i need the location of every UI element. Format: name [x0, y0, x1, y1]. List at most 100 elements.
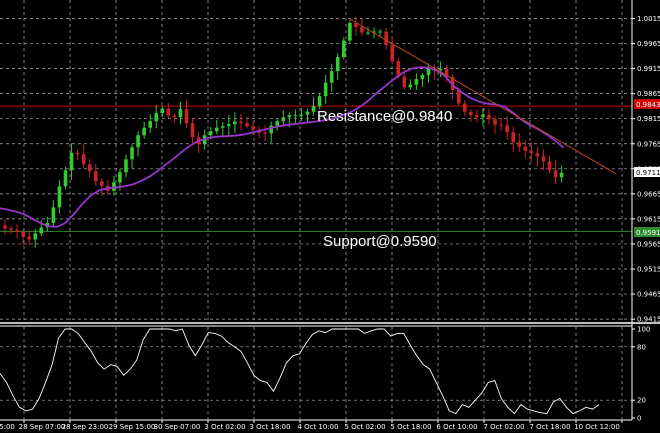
candle-body — [335, 57, 340, 72]
candle-body — [136, 135, 140, 148]
price-tick-label: 0.9665 — [637, 190, 660, 198]
time-tick-label: 5 Oct 18:00 — [390, 423, 431, 431]
candle-body — [287, 115, 292, 118]
time-tick-label: 6 Oct 10:00 — [436, 423, 477, 431]
price-tick-label: 0.9465 — [637, 291, 660, 299]
candle-body — [378, 31, 382, 33]
support-price-tag: 0.9591 — [636, 229, 660, 237]
price-tick-label: 0.9915 — [637, 65, 660, 73]
candle-body — [541, 156, 546, 162]
oscillator-tick-label: 100 — [637, 326, 650, 334]
candle-body — [517, 142, 522, 147]
candle-body — [166, 108, 171, 116]
candle-body — [63, 170, 68, 187]
candle-body — [499, 124, 503, 126]
candle-body — [493, 119, 497, 125]
price-tick-label: 0.9765 — [637, 140, 660, 148]
candle-body — [505, 125, 509, 133]
candle-body — [475, 115, 479, 118]
candle-body — [342, 40, 346, 58]
candle-body — [39, 227, 44, 234]
candle-body — [275, 121, 280, 126]
time-tick-label: 5 Oct 02:00 — [344, 423, 385, 431]
candle-body — [184, 109, 189, 124]
candle-body — [9, 228, 13, 230]
candle-body — [360, 27, 364, 33]
price-tick-label: 0.9515 — [637, 266, 660, 274]
candle-body — [384, 31, 388, 46]
candle-body — [142, 127, 146, 136]
time-tick-label: 4 Oct 10:00 — [297, 423, 338, 431]
current-price-tag: 0.9711 — [636, 169, 660, 177]
candle-body — [118, 172, 122, 183]
candle-body — [3, 225, 7, 229]
price-tick-label: 0.9815 — [637, 115, 660, 123]
support-annotation: Support@0.9590 — [323, 233, 437, 250]
candle-body — [523, 146, 528, 151]
chart-window: Resistance@0.9840 Support@0.9590 1.0015 0… — [0, 0, 660, 433]
candle-body — [438, 69, 443, 71]
candle-body — [511, 132, 515, 143]
time-tick-label: 29 Sep 15:00 — [109, 423, 156, 431]
candle-body — [172, 115, 177, 118]
candle-body — [559, 172, 564, 178]
candle-body — [463, 103, 467, 112]
time-tick-label: 28 Sep 23:00 — [62, 423, 109, 431]
candle-body — [420, 75, 425, 80]
candle-body — [414, 79, 419, 85]
candle-body — [124, 159, 128, 173]
candle-body — [366, 32, 370, 34]
candle-body — [317, 96, 322, 107]
time-tick-label: 3 Oct 02:00 — [204, 423, 245, 431]
candle-body — [75, 152, 80, 155]
price-tick-label: 0.9565 — [637, 240, 660, 248]
time-tick-label: 7 Oct 02:00 — [483, 423, 524, 431]
candle-body — [348, 23, 352, 41]
candle-body — [57, 186, 62, 208]
candle-body — [299, 114, 304, 116]
candle-body — [208, 131, 213, 136]
candle-body — [33, 233, 38, 240]
candle-body — [160, 108, 165, 114]
candle-body — [402, 76, 407, 88]
candle-body — [456, 90, 461, 104]
candle-body — [305, 111, 310, 115]
time-tick-label: 10 Oct 12:00 — [574, 423, 620, 431]
candle-body — [190, 123, 195, 138]
candle-body — [481, 114, 485, 118]
price-tick-label: 0.9865 — [637, 90, 660, 98]
candle-body — [93, 171, 98, 182]
candle-body — [390, 45, 394, 62]
price-tick-label: 0.9615 — [637, 215, 660, 223]
candle-body — [251, 126, 255, 130]
candle-body — [148, 121, 152, 128]
candle-body — [15, 229, 19, 232]
candle-body — [529, 150, 534, 154]
candle-body — [547, 161, 552, 171]
resistance-price-tag: 0.9843 — [636, 101, 660, 109]
candle-body — [329, 71, 334, 83]
time-tick-label: 3 Oct 18:00 — [249, 423, 290, 431]
time-tick-label: 28 Sep 07:00 — [19, 423, 66, 431]
candle-body — [469, 111, 473, 116]
candle-body — [221, 126, 225, 128]
candle-body — [154, 113, 159, 122]
candle-body — [293, 115, 298, 117]
oscillator-tick-label: 0 — [637, 415, 641, 423]
candle-body — [21, 231, 25, 237]
oscillator-tick-label: 20 — [637, 397, 646, 405]
candle-body — [227, 124, 231, 127]
candle-body — [487, 114, 491, 120]
candle-body — [69, 152, 74, 171]
price-tick-label: 0.9415 — [637, 316, 660, 324]
candle-body — [553, 170, 558, 178]
candle-body — [130, 147, 134, 160]
candle-body — [408, 84, 413, 88]
time-tick-label: 5:00 — [0, 423, 15, 431]
candle-body — [27, 236, 31, 240]
candle-body — [245, 123, 249, 127]
candle-body — [263, 132, 267, 134]
candle-body — [233, 121, 237, 125]
candle-body — [311, 106, 316, 112]
price-tick-label: 0.9965 — [637, 40, 660, 48]
